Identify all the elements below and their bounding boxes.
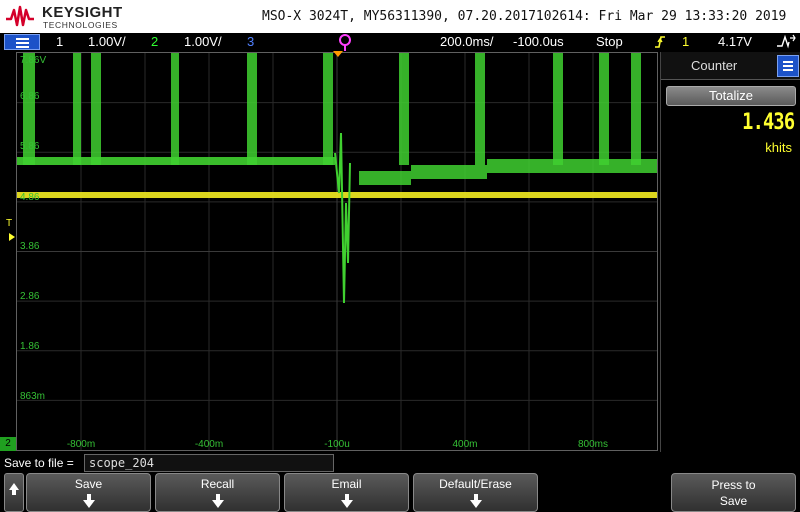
back-button[interactable] (4, 473, 24, 512)
filename-field[interactable]: scope_204 (84, 454, 334, 472)
rising-edge-trigger-icon (654, 34, 666, 53)
run-state: Stop (596, 34, 623, 49)
down-arrow-icon (340, 494, 353, 508)
trigger-level[interactable]: 4.17V (718, 34, 752, 49)
time-label: 800ms (577, 439, 609, 450)
recall-softkey-label: Recall (200, 477, 235, 491)
ch2-number[interactable]: 2 (151, 34, 158, 49)
email-softkey[interactable]: Email (284, 473, 409, 512)
time-label: -800m (66, 439, 96, 450)
brand-name: KEYSIGHT (42, 4, 123, 21)
volt-label: 4.86 (20, 192, 40, 203)
header-bar: KEYSIGHT TECHNOLOGIES MSO-X 3024T, MY563… (0, 0, 800, 33)
time-label: -100u (324, 439, 350, 450)
softkey-bar: Save Recall Email Default/Erase Press to… (0, 473, 800, 512)
save-softkey[interactable]: Save (26, 473, 151, 512)
ch2-ground-marker[interactable]: 2 (0, 437, 16, 451)
volt-label: 7.86V (20, 55, 47, 66)
timebase-scale[interactable]: 200.0ms/ (440, 34, 493, 49)
volt-label: 6.86 (20, 91, 40, 102)
press-to-label: Press to (711, 478, 756, 492)
recall-softkey[interactable]: Recall (155, 473, 280, 512)
counter-value: 1.436 (741, 110, 795, 135)
counter-panel: Counter Totalize 1.436 khits (660, 52, 800, 452)
waveform-graticule[interactable]: 7.86V 6.86 5.86 4.86 3.86 2.86 1.86 863m… (16, 52, 658, 451)
ch1-number[interactable]: 1 (56, 34, 63, 49)
up-arrow-icon (9, 483, 19, 495)
keysight-logo: KEYSIGHT TECHNOLOGIES (5, 4, 135, 30)
press-to-save-button[interactable]: Press to Save (671, 473, 796, 512)
keysight-wave-icon (6, 5, 34, 27)
default-erase-softkey-label: Default/Erase (439, 477, 512, 491)
down-arrow-icon (211, 494, 224, 508)
device-info: MSO-X 3024T, MY56311390, 07.20.201710261… (262, 9, 787, 24)
trigger-level-marker[interactable] (9, 233, 15, 241)
panel-menu-button[interactable] (777, 55, 799, 77)
save-to-file-label: Save to file = (4, 456, 74, 470)
totalize-button[interactable]: Totalize (666, 86, 796, 106)
down-arrow-icon (82, 494, 95, 508)
counter-panel-header: Counter (661, 52, 800, 80)
trigger-mode-icon (776, 34, 796, 53)
main-menu-button[interactable] (4, 34, 40, 50)
volt-label: 2.86 (20, 291, 40, 302)
trigger-time-marker[interactable] (333, 51, 343, 57)
default-erase-softkey[interactable]: Default/Erase (413, 473, 538, 512)
time-label: -400m (194, 439, 224, 450)
trigger-source[interactable]: 1 (682, 34, 689, 49)
volt-label: 863m (20, 391, 46, 402)
trigger-label: T (6, 218, 13, 229)
volt-label: 5.86 (20, 141, 40, 152)
timebase-delay[interactable]: -100.0us (513, 34, 564, 49)
volt-label: 1.86 (20, 341, 40, 352)
press-save-label: Save (719, 494, 748, 508)
status-bar: 1 1.00V/ 2 1.00V/ 3 200.0ms/ -100.0us St… (0, 33, 800, 51)
ch1-scale[interactable]: 1.00V/ (88, 34, 126, 49)
time-label: 400m (452, 439, 478, 450)
save-file-bar: Save to file = scope_204 (0, 453, 800, 473)
save-softkey-label: Save (74, 477, 103, 491)
down-arrow-icon (469, 494, 482, 508)
ch3-number[interactable]: 3 (247, 34, 254, 49)
waveform-display (17, 53, 657, 450)
email-softkey-label: Email (331, 477, 362, 491)
counter-title: Counter (691, 58, 738, 73)
ch2-scale[interactable]: 1.00V/ (184, 34, 222, 49)
counter-unit: khits (765, 140, 792, 155)
brand-subtitle: TECHNOLOGIES (43, 20, 118, 30)
volt-label: 3.86 (20, 241, 40, 252)
